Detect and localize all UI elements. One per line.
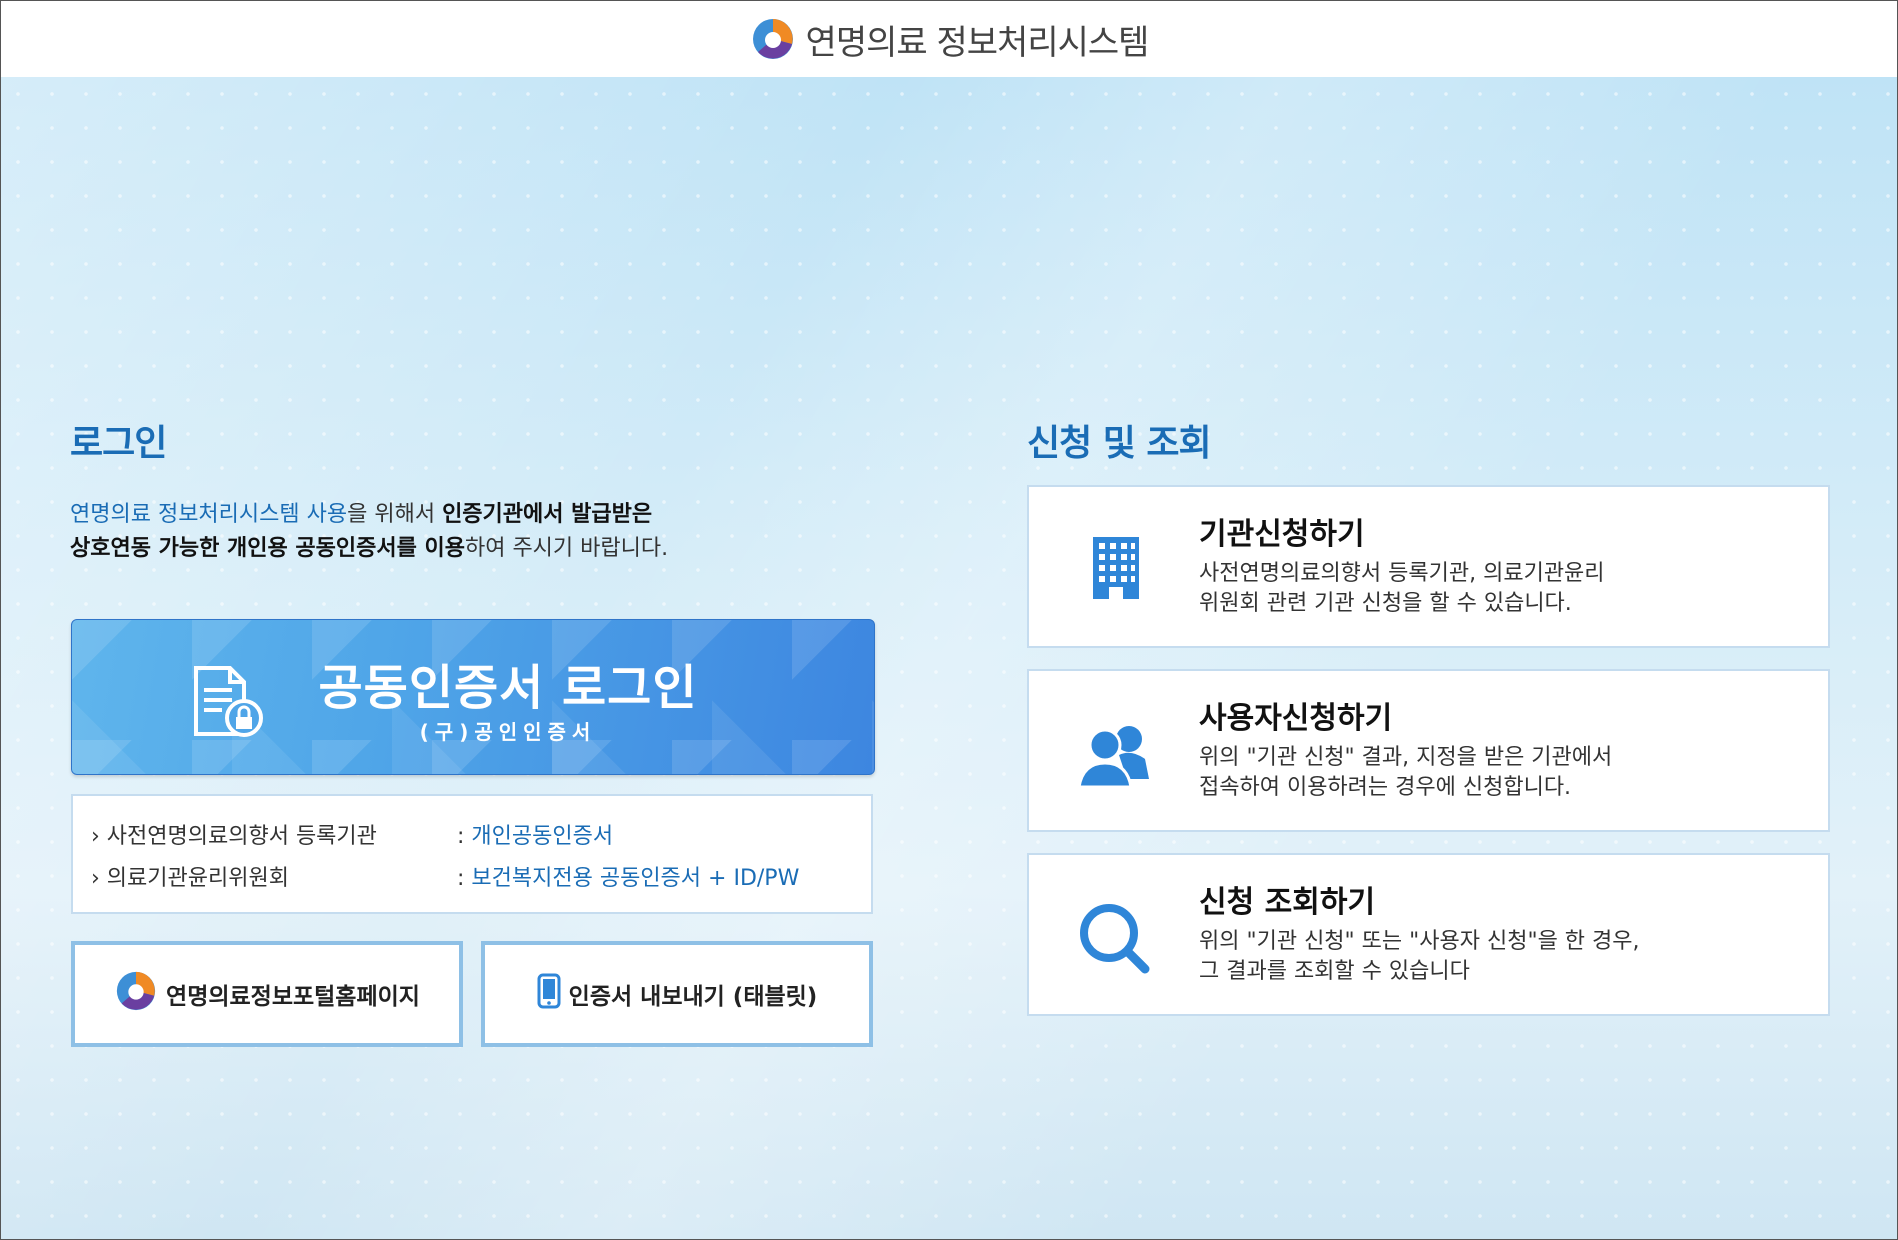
apply-inquiry-card[interactable]: 신청 조회하기 위의 "기관 신청" 또는 "사용자 신청"을 한 경우, 그 … <box>1027 853 1830 1016</box>
building-icon <box>1069 525 1159 615</box>
info-colon: : <box>457 866 472 891</box>
portal-button-label: 연명의료정보포털홈페이지 <box>166 984 420 1010</box>
info-colon: : <box>457 824 472 849</box>
card-description: 위의 "기관 신청" 또는 "사용자 신청"을 한 경우, 그 결과를 조회할 … <box>1199 929 1640 984</box>
card-description: 위의 "기관 신청" 결과, 지정을 받은 기관에서 접속하여 이용하려는 경우… <box>1199 745 1613 800</box>
desc-text-2: 하여 주시기 바랍니다. <box>464 536 669 561</box>
export-cert-button[interactable]: 인증서 내보내기 (태블릿) <box>481 941 873 1047</box>
user-apply-card[interactable]: 사용자신청하기 위의 "기관 신청" 결과, 지정을 받은 기관에서 접속하여 … <box>1027 669 1830 832</box>
info-name: › 사전연명의료의향서 등록기관 <box>91 824 377 849</box>
card-title: 사용자신청하기 <box>1199 701 1393 736</box>
info-name: › 의료기관윤리위원회 <box>91 866 289 891</box>
cert-login-sub: (구)공인인증서 <box>419 720 597 744</box>
cert-login-label: 공동인증서 로그인 <box>318 660 698 716</box>
info-row: › 사전연명의료의향서 등록기관 : 개인공동인증서 <box>91 818 613 850</box>
login-description: 연명의료 정보처리시스템 사용을 위해서 인증기관에서 발급받은 상호연동 가능… <box>70 498 668 566</box>
info-value: 개인공동인증서 <box>471 824 614 849</box>
apply-heading: 신청 및 조회 <box>1027 423 1212 464</box>
card-title: 기관신청하기 <box>1199 517 1365 552</box>
portal-homepage-button[interactable]: 연명의료정보포털홈페이지 <box>71 941 463 1047</box>
institution-apply-card[interactable]: 기관신청하기 사전연명의료의향서 등록기관, 의료기관윤리 위원회 관련 기관 … <box>1027 485 1830 648</box>
logo-icon <box>750 16 796 62</box>
desc-text-1: 을 위해서 <box>347 502 443 527</box>
cert-login-button[interactable]: 공동인증서 로그인 (구)공인인증서 <box>71 619 875 775</box>
app-title: 연명의료 정보처리시스템 <box>805 22 1150 63</box>
export-button-label: 인증서 내보내기 (태블릿) <box>568 984 818 1010</box>
desc-bold-1: 인증기관에서 발급받은 <box>442 502 653 527</box>
search-icon <box>1069 893 1159 983</box>
desc-bold-2: 상호연동 가능한 개인용 공동인증서를 이용 <box>70 536 465 561</box>
info-value: 보건복지전용 공동인증서 + ID/PW <box>471 866 800 891</box>
cert-info-box: › 사전연명의료의향서 등록기관 : 개인공동인증서 › 의료기관윤리위원회 :… <box>71 794 873 914</box>
card-title: 신청 조회하기 <box>1199 885 1376 920</box>
tablet-icon <box>537 973 561 1015</box>
card-description: 사전연명의료의향서 등록기관, 의료기관윤리 위원회 관련 기관 신청을 할 수… <box>1199 561 1605 616</box>
desc-blue: 연명의료 정보처리시스템 사용 <box>70 502 348 527</box>
users-icon <box>1069 709 1159 799</box>
login-heading: 로그인 <box>70 423 167 464</box>
portal-logo-icon <box>114 969 158 1019</box>
info-row: › 의료기관윤리위원회 : 보건복지전용 공동인증서 + ID/PW <box>91 860 799 892</box>
header: 연명의료 정보처리시스템 <box>1 1 1897 77</box>
